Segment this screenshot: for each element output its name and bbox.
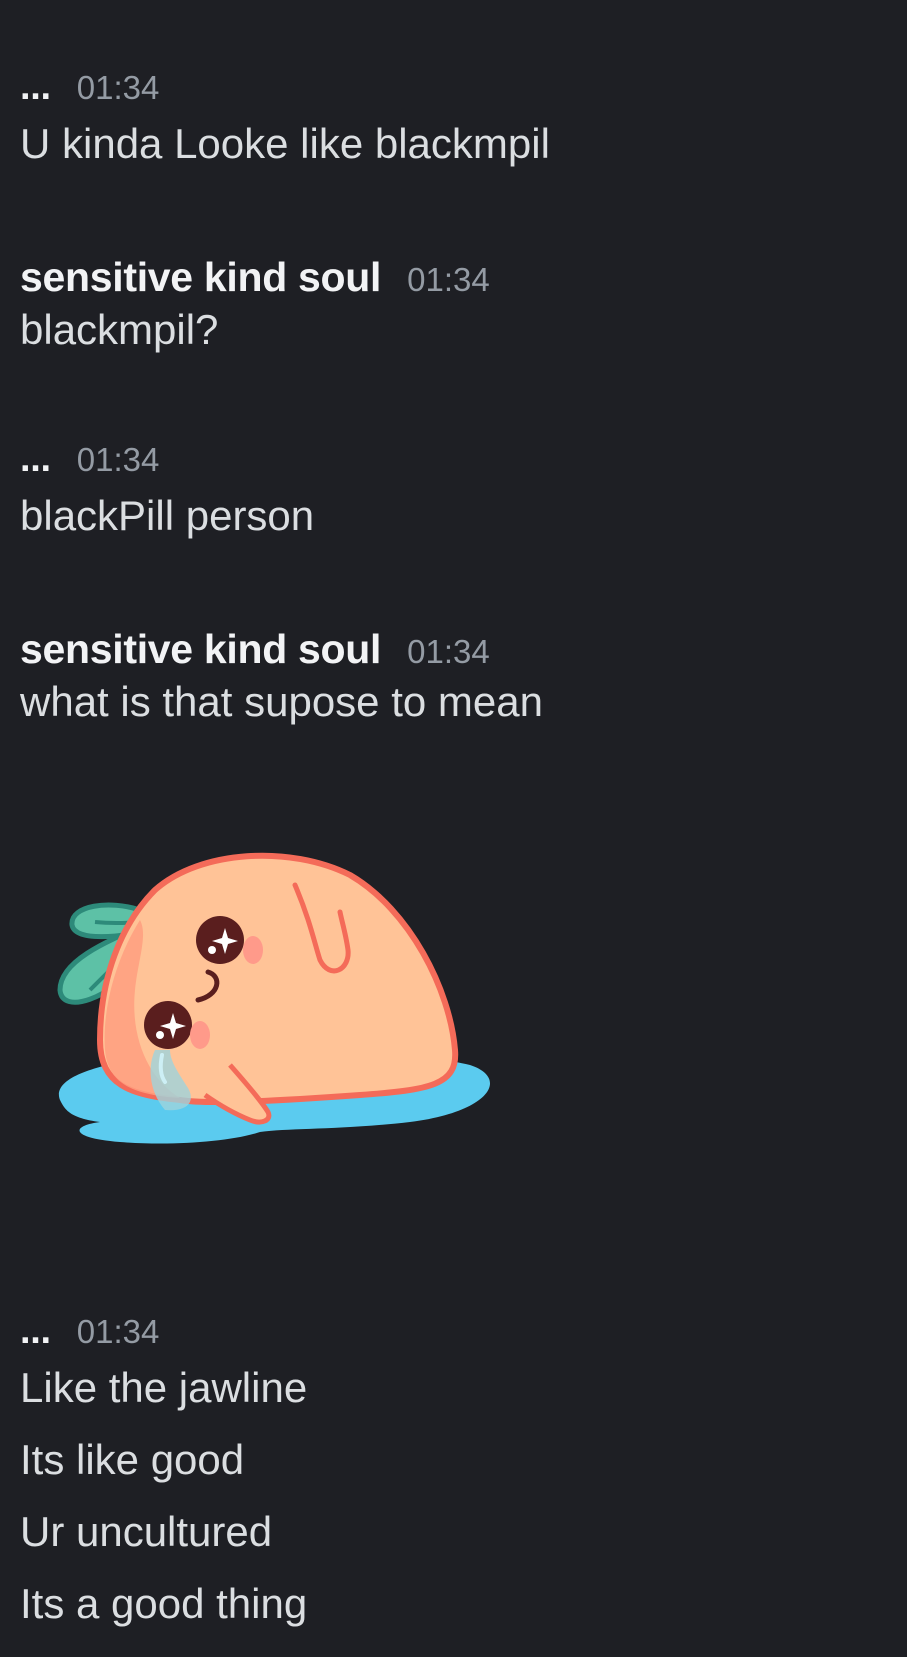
message-group: sensitive kind soul 01:34 blackmpil? <box>20 254 490 366</box>
message-header: sensitive kind soul 01:34 <box>20 254 490 300</box>
crying-peach-sticker[interactable] <box>30 850 510 1200</box>
message-header: ... 01:34 <box>20 1312 307 1352</box>
author-name[interactable]: ... <box>20 68 51 106</box>
message-header: ... 01:34 <box>20 68 550 108</box>
message-timestamp: 01:34 <box>76 1313 160 1350</box>
message-timestamp: 01:34 <box>76 69 160 106</box>
message-text: Ur uncultured <box>20 1508 273 1555</box>
author-name[interactable]: ... <box>20 440 51 478</box>
message-text: U kinda Looke like blackmpil <box>20 120 550 167</box>
message-text: blackmpil? <box>20 306 219 353</box>
message-text: Its a good thing <box>20 1580 308 1627</box>
message-group: ... 01:34 Like the jawline Its like good… <box>20 1312 307 1640</box>
message-group: ... 01:34 blackPill person <box>20 440 314 552</box>
message-text: what is that supose to mean <box>20 678 543 725</box>
message-text: Like the jawline <box>20 1364 308 1411</box>
message-text: Its like good <box>20 1436 245 1483</box>
message-header: sensitive kind soul 01:34 <box>20 626 543 672</box>
author-name[interactable]: ... <box>20 1312 51 1350</box>
message-timestamp: 01:34 <box>76 441 160 478</box>
message-text: blackPill person <box>20 492 315 539</box>
message-group: sensitive kind soul 01:34 what is that s… <box>20 626 543 738</box>
message-header: ... 01:34 <box>20 440 314 480</box>
message-timestamp: 01:34 <box>407 261 490 298</box>
message-group: ... 01:34 U kinda Looke like blackmpil <box>20 68 550 180</box>
sticker-image <box>57 852 490 1144</box>
